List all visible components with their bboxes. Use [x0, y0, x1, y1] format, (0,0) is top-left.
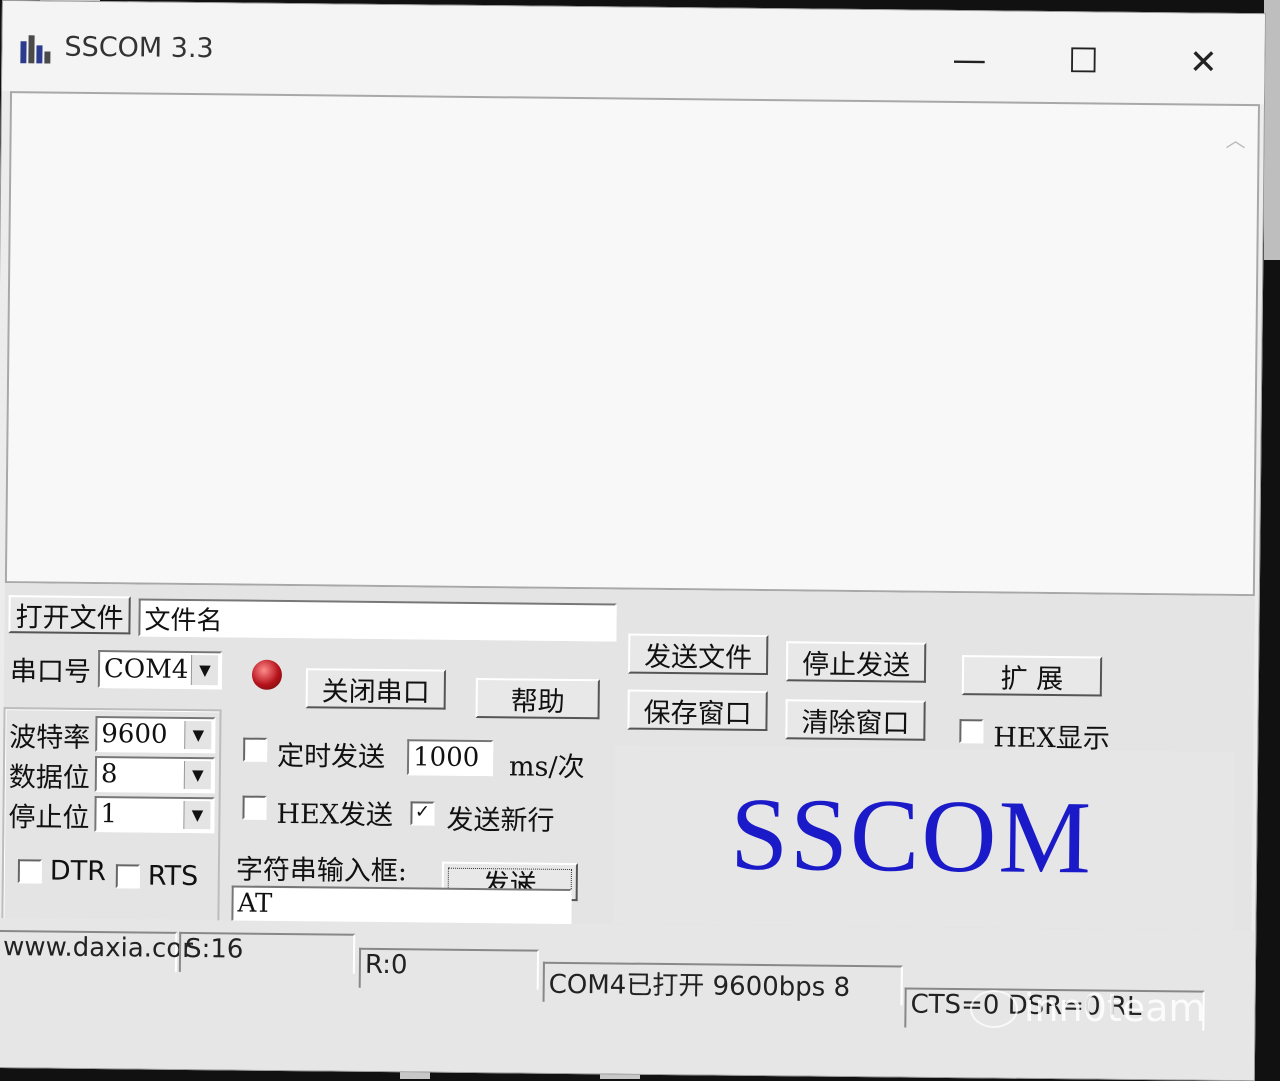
baud-select[interactable]: 9600 ▼ [95, 716, 216, 754]
rts-label: RTS [147, 860, 199, 893]
sscom-window: SSCOM 3.3 — ☐ ✕ ︿ ﹀ 打开文件 文件名 发送文件 停止发送 扩… [0, 0, 1266, 1081]
timed-send-label: 定时发送 [276, 740, 386, 774]
hex-send-label: HEX发送 [276, 798, 394, 832]
minimize-button[interactable]: — [934, 33, 1005, 88]
minimize-icon: — [952, 39, 987, 81]
databits-value: 8 [100, 759, 118, 790]
interval-input[interactable]: 1000 [406, 739, 494, 777]
send-newline-label: 发送新行 [446, 804, 555, 837]
string-input[interactable]: AT [231, 885, 572, 926]
receive-textarea[interactable]: ︿ ﹀ [4, 91, 1260, 633]
watermark-text: inn0team [1024, 986, 1206, 1030]
status-website: www.daxia.cor [0, 930, 193, 972]
scroll-up-icon[interactable]: ︿ [1225, 124, 1245, 153]
wechat-icon [970, 990, 1018, 1028]
control-panel: 打开文件 文件名 发送文件 停止发送 扩 展 串口号 COM4 ▼ 关闭串口 帮… [1, 583, 1255, 932]
save-window-button[interactable]: 保存窗口 [627, 689, 768, 732]
chevron-down-icon: ▼ [184, 720, 212, 750]
rts-checkbox[interactable] [115, 864, 140, 889]
dtr-checkbox[interactable] [17, 859, 43, 884]
watermark: inn0team [970, 986, 1206, 1030]
status-port-state: COM4已打开 9600bps 8 [542, 961, 903, 1006]
port-value: COM4 [103, 654, 189, 685]
databits-label: 数据位 [8, 762, 91, 794]
app-icon [20, 35, 51, 64]
close-icon: ✕ [1188, 42, 1218, 83]
dtr-label: DTR [49, 855, 107, 888]
open-file-button[interactable]: 打开文件 [8, 595, 131, 635]
baud-value: 9600 [101, 719, 168, 750]
hex-display-checkbox[interactable] [959, 719, 984, 744]
port-status-led [251, 659, 283, 690]
chevron-down-icon: ▼ [190, 655, 219, 686]
sscom-logo: SSCOM [729, 776, 1094, 896]
status-sent-count: S:16 [178, 931, 356, 974]
stopbits-label: 停止位 [8, 802, 90, 834]
window-title: SSCOM 3.3 [64, 31, 214, 65]
stopbits-select[interactable]: 1 ▼ [94, 796, 215, 834]
filename-field[interactable]: 文件名 [138, 598, 617, 642]
status-received-count: R:0 [358, 947, 540, 990]
maximize-icon: ☐ [1067, 41, 1099, 82]
chevron-down-icon: ▼ [183, 800, 211, 830]
send-newline-checkbox[interactable]: ✓ [410, 801, 435, 826]
baud-label: 波特率 [9, 722, 91, 754]
maximize-button[interactable]: ☐ [1048, 34, 1119, 89]
logo-area: SSCOM [613, 745, 1236, 930]
close-port-button[interactable]: 关闭串口 [305, 668, 447, 710]
help-button[interactable]: 帮助 [475, 678, 600, 720]
port-label: 串口号 [9, 656, 92, 688]
background-stroke [1264, 0, 1280, 260]
send-file-button[interactable]: 发送文件 [627, 633, 769, 676]
timed-send-checkbox[interactable] [243, 737, 268, 762]
close-button[interactable]: ✕ [1168, 35, 1239, 90]
stop-send-button[interactable]: 停止发送 [785, 641, 927, 683]
stopbits-value: 1 [100, 799, 118, 830]
port-select[interactable]: COM4 ▼ [97, 650, 223, 690]
title-bar: SSCOM 3.3 — ☐ ✕ [2, 1, 1265, 105]
chevron-down-icon: ▼ [183, 760, 212, 790]
hex-send-checkbox[interactable] [242, 795, 267, 820]
interval-unit: ms/次 [508, 751, 585, 784]
databits-select[interactable]: 8 ▼ [94, 756, 216, 794]
string-input-label: 字符串输入框: [235, 854, 408, 888]
extend-button[interactable]: 扩 展 [961, 655, 1103, 697]
clear-window-button[interactable]: 清除窗口 [785, 699, 926, 741]
